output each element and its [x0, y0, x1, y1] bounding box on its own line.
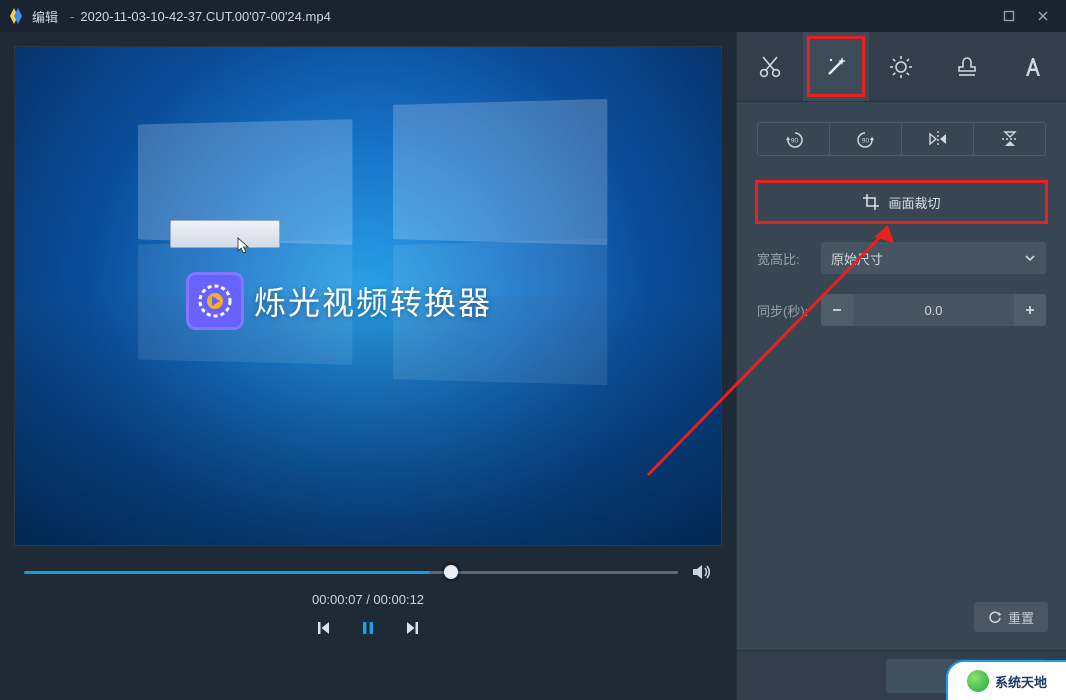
- time-display: 00:00:07 / 00:00:12: [24, 592, 712, 607]
- site-badge: 系统天地: [946, 660, 1066, 700]
- flip-horizontal-button[interactable]: [902, 123, 974, 155]
- title-filename: 2020-11-03-10-42-37.CUT.00'07-00'24.mp4: [80, 9, 994, 24]
- seek-bar[interactable]: [24, 562, 712, 582]
- rotate-right-button[interactable]: 90: [830, 123, 902, 155]
- crop-button[interactable]: 画面裁切: [757, 182, 1046, 222]
- text-icon: [1020, 54, 1046, 80]
- tab-watermark[interactable]: [934, 32, 1000, 101]
- sync-label: 同步(秒):: [757, 301, 811, 320]
- rotate-flip-group: 90 90: [757, 122, 1046, 156]
- tab-text[interactable]: [1000, 32, 1066, 101]
- brand-row: 烁光视频转换器: [186, 272, 492, 330]
- brand-app-icon: [186, 272, 244, 330]
- preview-selection-box: [170, 220, 280, 248]
- crop-button-label: 画面裁切: [888, 193, 940, 212]
- chevron-down-icon: [1024, 252, 1036, 264]
- stepper-decrease-button[interactable]: [821, 294, 853, 326]
- play-pause-button[interactable]: [359, 619, 377, 637]
- globe-icon: [967, 670, 989, 692]
- rotate-left-button[interactable]: 90: [758, 123, 830, 155]
- prev-frame-button[interactable]: [315, 619, 333, 637]
- refresh-icon: [988, 610, 1002, 624]
- sync-stepper: 0.0: [821, 294, 1046, 326]
- time-elapsed: 00:00:07: [312, 592, 363, 607]
- crop-icon: [862, 193, 880, 211]
- title-separator: -: [70, 9, 74, 24]
- tab-adjust[interactable]: [869, 32, 935, 101]
- next-frame-button[interactable]: [403, 619, 421, 637]
- brand-text: 烁光视频转换器: [254, 278, 492, 324]
- app-logo-icon: [8, 8, 24, 24]
- window-close-button[interactable]: [1028, 4, 1058, 28]
- volume-icon[interactable]: [692, 563, 712, 581]
- site-badge-text: 系统天地: [995, 672, 1047, 691]
- aspect-label: 宽高比:: [757, 249, 811, 268]
- mouse-cursor-icon: [237, 237, 251, 255]
- stamp-icon: [954, 54, 980, 80]
- svg-text:90: 90: [790, 138, 798, 145]
- magic-wand-icon: [822, 53, 850, 81]
- reset-button[interactable]: 重置: [974, 602, 1048, 632]
- scissors-icon: [757, 54, 783, 80]
- title-label: 编辑: [32, 7, 58, 26]
- seek-thumb[interactable]: [444, 565, 458, 579]
- reset-label: 重置: [1008, 608, 1034, 627]
- flip-vertical-button[interactable]: [974, 123, 1045, 155]
- tool-tabs: [737, 32, 1066, 102]
- sync-value: 0.0: [853, 294, 1014, 326]
- aspect-select[interactable]: 原始尺寸: [821, 242, 1046, 274]
- stepper-increase-button[interactable]: [1014, 294, 1046, 326]
- time-total: 00:00:12: [373, 592, 424, 607]
- tab-effects[interactable]: [803, 32, 869, 101]
- titlebar: 编辑 - 2020-11-03-10-42-37.CUT.00'07-00'24…: [0, 0, 1066, 32]
- video-preview[interactable]: 烁光视频转换器: [14, 46, 722, 546]
- window-maximize-button[interactable]: [994, 4, 1024, 28]
- tab-cut[interactable]: [737, 32, 803, 101]
- svg-text:90: 90: [861, 138, 869, 145]
- brightness-icon: [888, 54, 914, 80]
- aspect-value: 原始尺寸: [831, 249, 883, 268]
